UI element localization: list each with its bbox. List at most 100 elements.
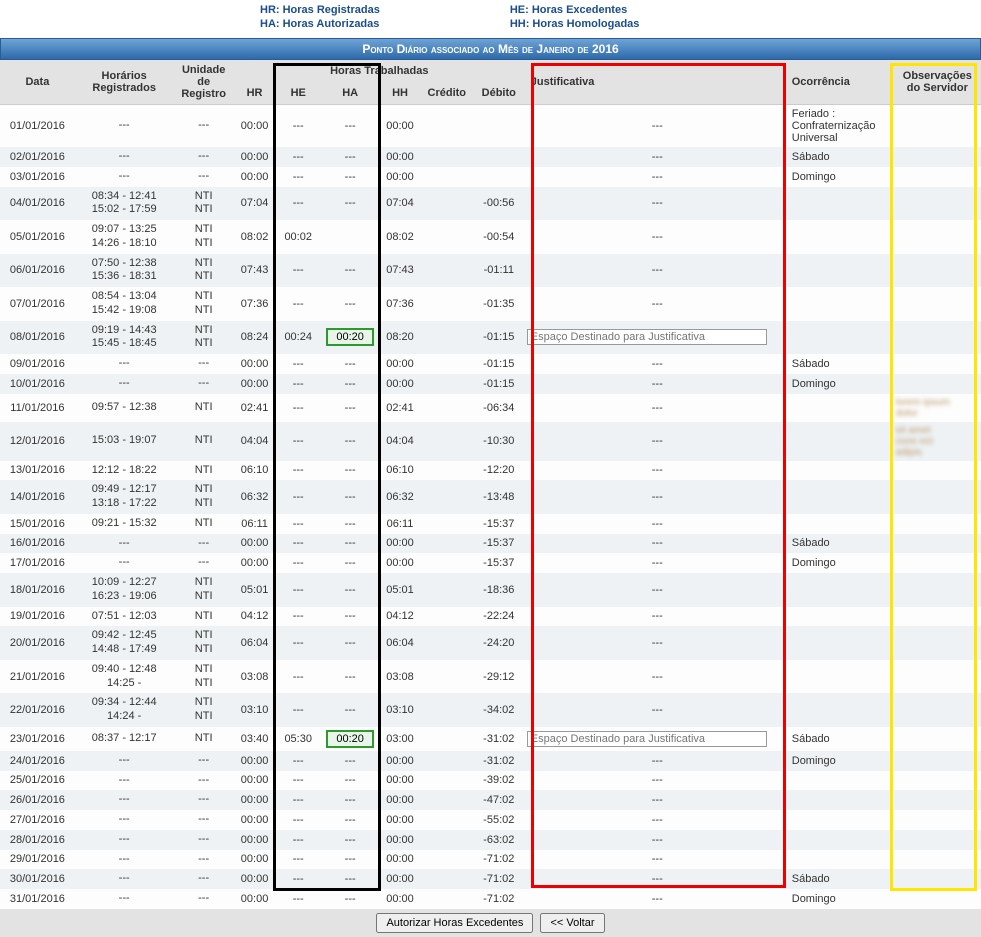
cell-data: 26/01/2016 xyxy=(0,790,75,810)
th-horarios: Horários Registrados xyxy=(75,60,174,105)
cell-hr: 00:00 xyxy=(234,147,276,167)
cell-hh: 05:01 xyxy=(379,573,421,607)
cell-horarios: 09:07 - 13:2514:26 - 18:10 xyxy=(75,220,174,254)
cell-ha: --- xyxy=(321,105,379,148)
cell-hr: 06:04 xyxy=(234,626,276,660)
table-row: 31/01/2016------00:00------00:00-71:02--… xyxy=(0,889,981,909)
cell-he: --- xyxy=(275,869,321,889)
cell-justificativa: --- xyxy=(525,514,790,534)
cell-observacoes xyxy=(894,790,981,810)
cell-hr: 04:12 xyxy=(234,607,276,627)
cell-unidade: --- xyxy=(174,167,234,187)
cell-observacoes xyxy=(894,810,981,830)
cell-hr: 05:01 xyxy=(234,573,276,607)
voltar-button[interactable]: << Voltar xyxy=(540,913,604,933)
cell-unidade: NTI xyxy=(174,461,234,481)
cell-credito xyxy=(421,727,473,751)
table-row: 02/01/2016------00:00------00:00---Sábad… xyxy=(0,147,981,167)
cell-justificativa: --- xyxy=(525,553,790,573)
cell-ocorrencia: Domingo xyxy=(790,751,894,771)
cell-ocorrencia xyxy=(790,187,894,221)
cell-he: --- xyxy=(275,254,321,288)
cell-data: 27/01/2016 xyxy=(0,810,75,830)
table-row: 13/01/201612:12 - 18:22NTI06:10------06:… xyxy=(0,461,981,481)
th-hr: HR xyxy=(234,82,276,105)
cell-justificativa: --- xyxy=(525,607,790,627)
cell-ha: --- xyxy=(321,573,379,607)
cell-justificativa: --- xyxy=(525,422,790,461)
cell-hr: 07:43 xyxy=(234,254,276,288)
table-row: 27/01/2016------00:00------00:00-55:02--… xyxy=(0,810,981,830)
cell-ha: --- xyxy=(321,810,379,830)
cell-horarios: --- xyxy=(75,751,174,771)
cell-unidade: --- xyxy=(174,105,234,148)
cell-debito: -06:34 xyxy=(473,394,525,422)
cell-hr: 00:00 xyxy=(234,830,276,850)
cell-debito: -18:36 xyxy=(473,573,525,607)
cell-he: --- xyxy=(275,573,321,607)
cell-horarios: 15:03 - 19:07 xyxy=(75,422,174,461)
cell-observacoes xyxy=(894,626,981,660)
cell-ocorrencia: Sábado xyxy=(790,354,894,374)
cell-justificativa: --- xyxy=(525,626,790,660)
cell-hr: 07:04 xyxy=(234,187,276,221)
table-row: 24/01/2016------00:00------00:00-31:02--… xyxy=(0,751,981,771)
cell-ocorrencia xyxy=(790,850,894,870)
cell-hh: 00:00 xyxy=(379,553,421,573)
cell-debito: -00:56 xyxy=(473,187,525,221)
table-row: 20/01/201609:42 - 12:4514:48 - 17:49NTIN… xyxy=(0,626,981,660)
cell-debito: -15:37 xyxy=(473,534,525,554)
cell-unidade: NTINTI xyxy=(174,573,234,607)
cell-he: --- xyxy=(275,461,321,481)
cell-observacoes xyxy=(894,771,981,791)
cell-he: --- xyxy=(275,167,321,187)
cell-unidade: --- xyxy=(174,374,234,394)
cell-justificativa: --- xyxy=(525,187,790,221)
ha-input[interactable] xyxy=(326,730,374,748)
ha-input[interactable] xyxy=(326,328,374,346)
cell-observacoes xyxy=(894,167,981,187)
cell-hh: 04:04 xyxy=(379,422,421,461)
cell-he: --- xyxy=(275,751,321,771)
cell-hh: 00:00 xyxy=(379,771,421,791)
cell-hr: 04:04 xyxy=(234,422,276,461)
cell-hr: 08:02 xyxy=(234,220,276,254)
cell-hr: 03:10 xyxy=(234,693,276,727)
cell-observacoes xyxy=(894,354,981,374)
cell-ha: --- xyxy=(321,354,379,374)
cell-debito: -15:37 xyxy=(473,553,525,573)
cell-credito xyxy=(421,105,473,148)
autorizar-button[interactable]: Autorizar Horas Excedentes xyxy=(376,913,533,933)
cell-credito xyxy=(421,790,473,810)
table-row: 26/01/2016------00:00------00:00-47:02--… xyxy=(0,790,981,810)
timesheet-table: Data Horários Registrados Unidade de Reg… xyxy=(0,60,981,909)
cell-ha: --- xyxy=(321,553,379,573)
cell-he: --- xyxy=(275,626,321,660)
cell-justificativa: --- xyxy=(525,354,790,374)
cell-debito: -39:02 xyxy=(473,771,525,791)
cell-data: 07/01/2016 xyxy=(0,287,75,321)
cell-horarios: --- xyxy=(75,147,174,167)
cell-hh: 00:00 xyxy=(379,374,421,394)
cell-ocorrencia: Domingo xyxy=(790,374,894,394)
cell-credito xyxy=(421,422,473,461)
justificativa-input[interactable] xyxy=(527,329,767,345)
cell-credito xyxy=(421,693,473,727)
cell-credito xyxy=(421,573,473,607)
cell-ocorrencia: Sábado xyxy=(790,869,894,889)
table-row: 29/01/2016------00:00------00:00-71:02--… xyxy=(0,850,981,870)
cell-credito xyxy=(421,534,473,554)
cell-debito: -15:37 xyxy=(473,514,525,534)
cell-credito xyxy=(421,220,473,254)
cell-he: --- xyxy=(275,287,321,321)
cell-unidade: --- xyxy=(174,354,234,374)
page-wrapper: HR: Horas Registradas HA: Horas Autoriza… xyxy=(0,0,981,937)
cell-observacoes xyxy=(894,374,981,394)
cell-ocorrencia xyxy=(790,480,894,514)
cell-unidade: NTINTI xyxy=(174,480,234,514)
cell-data: 19/01/2016 xyxy=(0,607,75,627)
cell-he: 05:30 xyxy=(275,727,321,751)
th-horas-trab: Horas Trabalhadas xyxy=(234,60,525,82)
cell-ha: --- xyxy=(321,830,379,850)
justificativa-input[interactable] xyxy=(527,731,767,747)
